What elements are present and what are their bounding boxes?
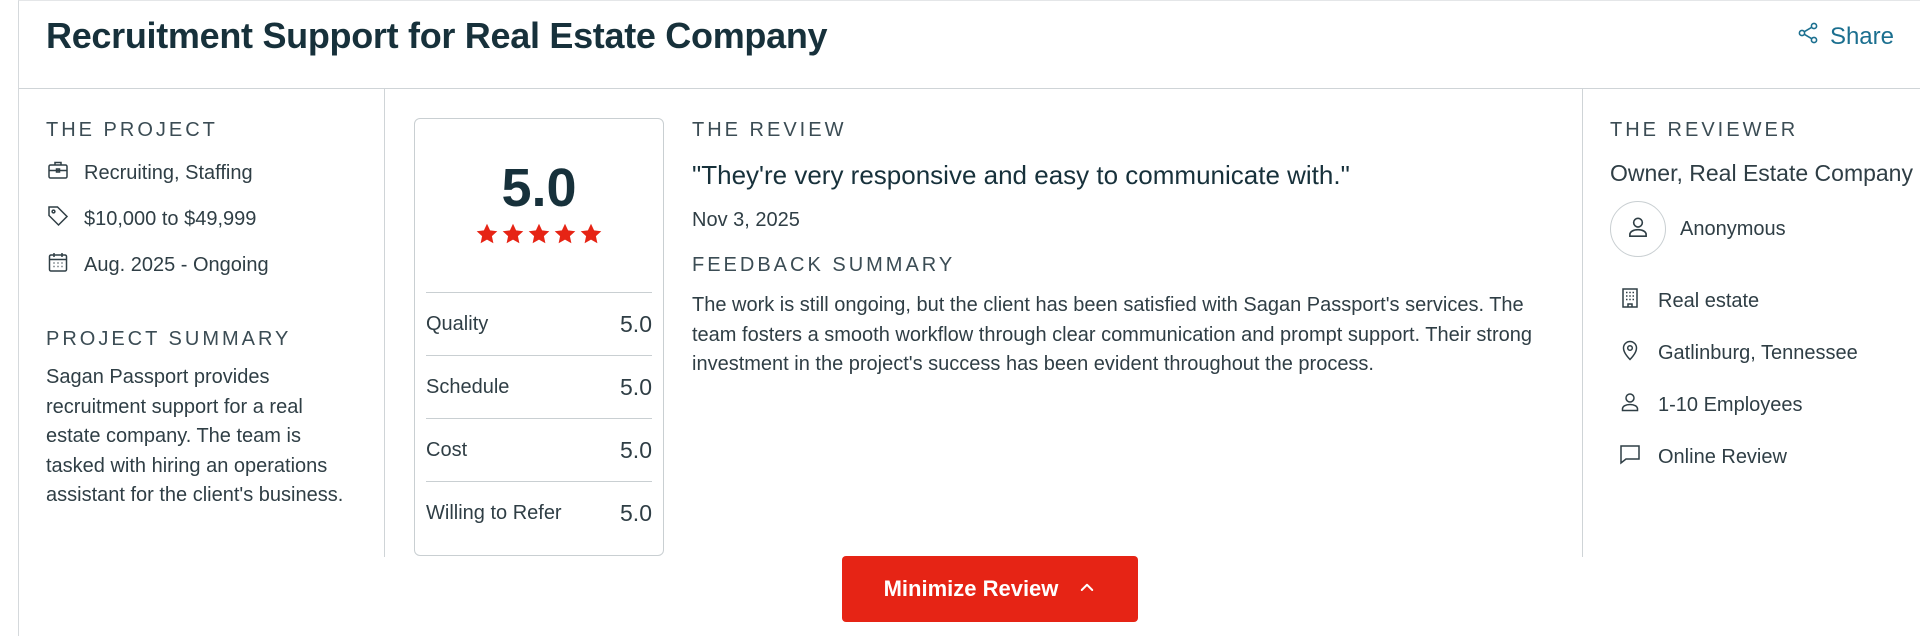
rating-label: Schedule: [426, 375, 510, 398]
user-icon: [1618, 390, 1642, 420]
service-text: Recruiting, Staffing: [84, 161, 253, 184]
location-row: Gatlinburg, Tennessee: [1610, 327, 1920, 379]
review-quote: "They're very responsive and easy to com…: [692, 160, 1350, 190]
review-type-text: Online Review: [1658, 445, 1787, 468]
project-section-label: THE PROJECT: [46, 119, 218, 141]
location-pin-icon: [1618, 338, 1642, 368]
share-icon: [1796, 21, 1820, 52]
price-tag-icon: [46, 204, 70, 234]
reviewer-section-label: THE REVIEWER: [1610, 119, 1799, 141]
avatar: [1610, 201, 1666, 257]
location-text: Gatlinburg, Tennessee: [1658, 341, 1858, 364]
column-divider: [1582, 89, 1583, 557]
minimize-review-button[interactable]: Minimize Review: [842, 556, 1138, 622]
cost-rating-row: Cost 5.0: [426, 418, 652, 481]
review-card: Recruitment Support for Real Estate Comp…: [18, 0, 1920, 636]
review-date: Nov 3, 2025: [692, 209, 800, 231]
review-type-row: Online Review: [1610, 431, 1920, 483]
industry-row: Real estate: [1610, 275, 1920, 327]
column-divider: [384, 89, 385, 557]
share-label: Share: [1829, 22, 1894, 50]
project-summary-label: PROJECT SUMMARY: [46, 328, 292, 350]
minimize-review-label: Minimize Review: [883, 576, 1059, 601]
rating-value: 5.0: [620, 373, 652, 400]
project-column: THE PROJECT Recruiting, Staffing $10,000…: [46, 89, 376, 511]
quality-rating-row: Quality 5.0: [426, 292, 652, 355]
reviewer-name: Anonymous: [1680, 217, 1786, 240]
reviewer-column: THE REVIEWER Owner, Real Estate Company …: [1610, 89, 1920, 483]
reviewer-identity: Anonymous: [1610, 201, 1920, 257]
project-summary-text: Sagan Passport provides recruitment supp…: [46, 366, 344, 506]
schedule-rating-row: Schedule 5.0: [426, 355, 652, 418]
overall-rating: 5.0: [501, 158, 577, 218]
rating-value: 5.0: [620, 499, 652, 526]
calendar-icon: [46, 250, 70, 280]
review-header: Recruitment Support for Real Estate Comp…: [19, 1, 1920, 89]
timeline-text: Aug. 2025 - Ongoing: [84, 253, 269, 276]
user-icon: [1625, 214, 1651, 245]
share-button[interactable]: Share: [1796, 21, 1894, 52]
review-column: THE REVIEW "They're very responsive and …: [692, 89, 1572, 380]
rating-box: 5.0 Quality 5.0 Schedule 5.0 Cost 5.0 Wi…: [414, 118, 664, 556]
rating-label: Cost: [426, 438, 468, 461]
industry-text: Real estate: [1658, 289, 1760, 312]
reviewer-title: Owner, Real Estate Company: [1610, 160, 1913, 186]
review-title: Recruitment Support for Real Estate Comp…: [46, 15, 828, 56]
rating-label: Quality: [426, 312, 489, 335]
feedback-summary-label: FEEDBACK SUMMARY: [692, 254, 956, 276]
chevron-up-icon: [1078, 576, 1096, 602]
chat-bubble-icon: [1618, 442, 1642, 472]
rating-label: Willing to Refer: [426, 501, 562, 524]
star-icon: [527, 222, 551, 251]
building-icon: [1618, 286, 1642, 316]
star-rating: [415, 222, 663, 251]
company-size-row: 1-10 Employees: [1610, 379, 1920, 431]
timeline-row: Aug. 2025 - Ongoing: [46, 242, 376, 288]
company-size-text: 1-10 Employees: [1658, 393, 1803, 416]
willing-to-refer-rating-row: Willing to Refer 5.0: [426, 481, 652, 544]
rating-value: 5.0: [620, 436, 652, 463]
star-icon: [501, 222, 525, 251]
feedback-summary-text: The work is still ongoing, but the clien…: [692, 294, 1533, 375]
star-icon: [475, 222, 499, 251]
budget-text: $10,000 to $49,999: [84, 207, 257, 230]
star-icon: [553, 222, 577, 251]
service-row: Recruiting, Staffing: [46, 150, 376, 196]
star-icon: [579, 222, 603, 251]
budget-row: $10,000 to $49,999: [46, 196, 376, 242]
rating-value: 5.0: [620, 310, 652, 337]
review-section-label: THE REVIEW: [692, 119, 847, 141]
briefcase-icon: [46, 158, 70, 188]
